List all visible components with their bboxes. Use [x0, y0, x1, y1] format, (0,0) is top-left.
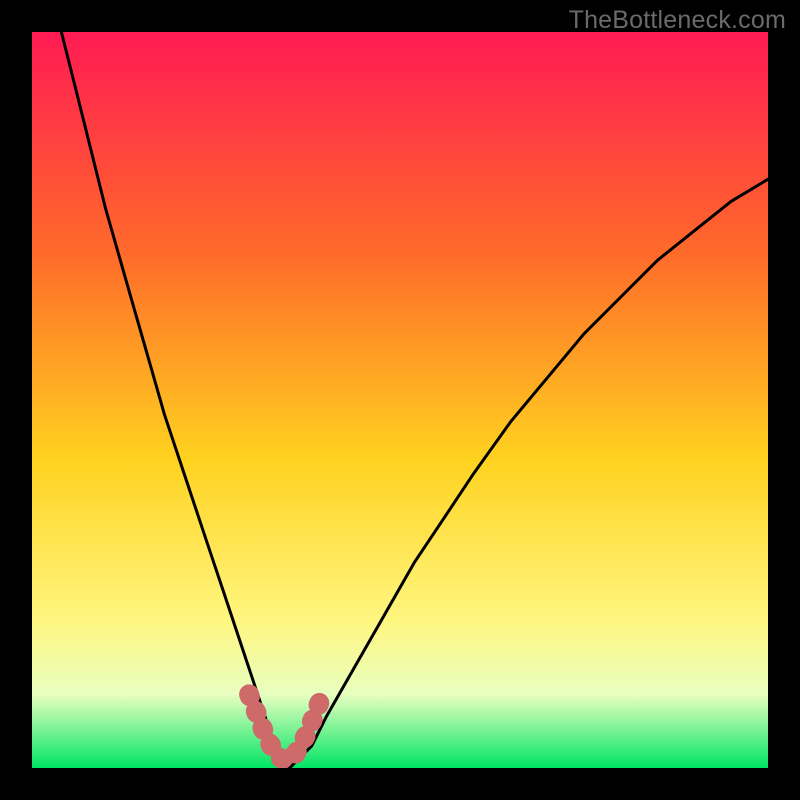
plot-area: [32, 32, 768, 768]
gradient-background: [32, 32, 768, 768]
outer-frame: TheBottleneck.com: [0, 0, 800, 800]
watermark-text: TheBottleneck.com: [569, 6, 786, 35]
bottleneck-chart: [32, 32, 768, 768]
